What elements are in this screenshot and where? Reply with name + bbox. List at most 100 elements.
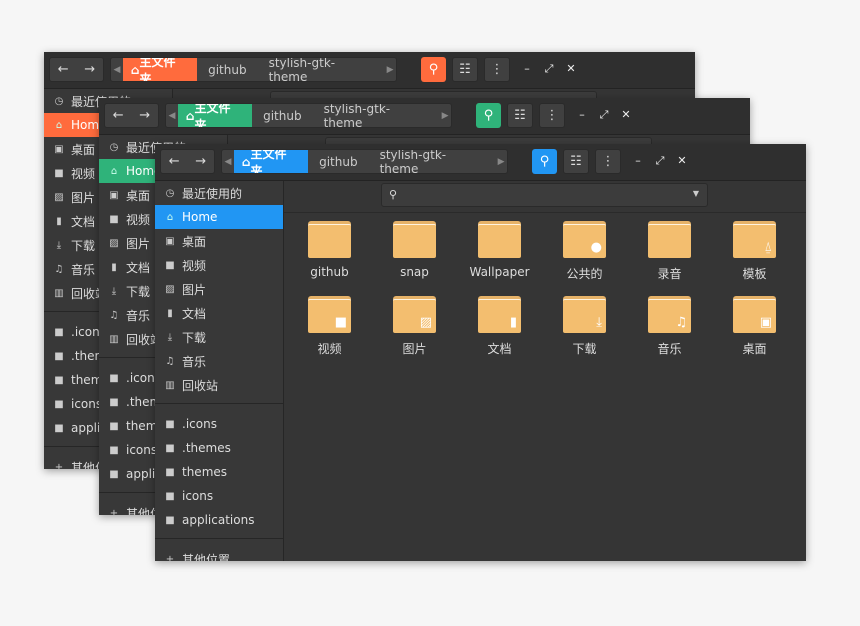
view-mode-button[interactable]: ☷ — [452, 57, 478, 82]
search-button[interactable]: ⚲ — [532, 149, 557, 174]
back-button[interactable]: ← — [161, 154, 188, 169]
file-item[interactable]: snap — [372, 221, 457, 282]
file-name: github — [310, 265, 349, 279]
breadcrumb-item[interactable]: stylish-gtk-theme — [313, 104, 440, 127]
breadcrumb-left-arrow[interactable]: ◀ — [222, 157, 234, 167]
file-item[interactable]: Wallpaper — [457, 221, 542, 282]
sidebar-item[interactable]: ▮ 文档 — [155, 301, 283, 325]
maximize-button[interactable]: ⤢ — [541, 62, 557, 76]
file-item[interactable]: ▨ 图片 — [372, 296, 457, 357]
sidebar-item[interactable]: ■ .themes — [155, 436, 283, 460]
menu-button[interactable]: ⋮ — [595, 149, 621, 174]
clock-icon: ◷ — [165, 187, 175, 199]
file-item[interactable]: ▮ 文档 — [457, 296, 542, 357]
sidebar-item[interactable]: ▥ 回收站 — [155, 373, 283, 397]
file-item[interactable]: ⤓ 下载 — [542, 296, 627, 357]
file-name: 图片 — [402, 342, 427, 356]
file-item[interactable]: github — [287, 221, 372, 282]
sidebar-item-label: 回收站 — [182, 378, 219, 393]
sidebar-item-label: 其他位置 — [182, 552, 231, 562]
forward-button[interactable]: → — [77, 62, 104, 77]
sidebar-item[interactable]: ▣ 桌面 — [155, 229, 283, 253]
breadcrumb-label: 主文件夹 — [250, 149, 287, 174]
sidebar-item[interactable]: ⌂ Home — [155, 205, 283, 229]
file-item[interactable]: ■ 视频 — [287, 296, 372, 357]
sidebar-item-label: themes — [182, 465, 228, 479]
file-item[interactable]: 录音 — [627, 221, 712, 282]
breadcrumb-item[interactable]: ⌂ 主文件夹 — [122, 58, 198, 81]
folder-icon: ⍙ — [733, 221, 776, 258]
breadcrumb-item[interactable]: github — [197, 58, 257, 81]
search-icon: ⚲ — [483, 108, 494, 123]
breadcrumb-item[interactable]: stylish-gtk-theme — [369, 150, 496, 173]
sidebar-item-label: 音乐 — [126, 308, 151, 323]
view-mode-button[interactable]: ☷ — [507, 103, 533, 128]
menu-button[interactable]: ⋮ — [484, 57, 510, 82]
chevron-down-icon[interactable]: ▼ — [693, 189, 699, 198]
folder-icon: ♫ — [648, 296, 691, 333]
file-item[interactable]: ● 公共的 — [542, 221, 627, 282]
file-item[interactable]: ♫ 音乐 — [627, 296, 712, 357]
music-icon: ♫ — [165, 355, 175, 367]
back-button[interactable]: ← — [105, 108, 132, 123]
sidebar-item[interactable]: ■ icons — [155, 484, 283, 508]
breadcrumb-item[interactable]: ⌂ 主文件夹 — [233, 149, 309, 174]
breadcrumb-label: stylish-gtk-theme — [323, 103, 391, 128]
menu-button[interactable]: ⋮ — [539, 103, 565, 128]
sidebar-item[interactable]: ■ 视频 — [155, 253, 283, 277]
breadcrumb-left-arrow[interactable]: ◀ — [111, 65, 123, 75]
sidebar-item[interactable]: ◷ 最近使用的 — [155, 181, 283, 205]
minimize-button[interactable]: – — [630, 154, 646, 167]
video-icon: ■ — [54, 167, 64, 179]
forward-button[interactable]: → — [132, 108, 159, 123]
location-search-field[interactable]: ⚲▼ — [381, 183, 708, 207]
close-button[interactable]: ✕ — [618, 108, 634, 121]
folder-body — [393, 224, 436, 258]
file-name: 下载 — [572, 342, 597, 356]
sidebar-item[interactable]: ■ .icons — [155, 412, 283, 436]
file-item[interactable]: ⍙ 模板 — [712, 221, 797, 282]
breadcrumb-left-arrow[interactable]: ◀ — [166, 111, 178, 121]
home-icon: ⌂ — [130, 62, 140, 77]
maximize-button[interactable]: ⤢ — [596, 108, 612, 122]
sidebar-item-label: 下载 — [182, 330, 207, 345]
maximize-button[interactable]: ⤢ — [652, 154, 668, 168]
sidebar-item-label: 视频 — [182, 258, 207, 273]
list-view-icon: ☷ — [459, 62, 471, 77]
close-button[interactable]: ✕ — [674, 154, 690, 167]
file-item[interactable]: ▣ 桌面 — [712, 296, 797, 357]
folder-body — [648, 224, 691, 258]
sidebar-item[interactable]: ⤓ 下载 — [155, 325, 283, 349]
breadcrumb-right-arrow[interactable]: ▶ — [495, 157, 507, 167]
sidebar-item-label: 图片 — [71, 190, 96, 205]
forward-button[interactable]: → — [188, 154, 215, 169]
divider — [155, 403, 283, 404]
file-manager-window: ← → ◀ ⌂ 主文件夹 github stylish-gtk-theme ▶ ⚲ ☷ ⋮ – ⤢ ✕ ◷… — [155, 144, 806, 561]
sidebar-item[interactable]: + 其他位置 — [155, 547, 283, 562]
sidebar-item-label: 桌面 — [71, 142, 96, 157]
search-button[interactable]: ⚲ — [421, 57, 446, 82]
video-icon: ■ — [334, 315, 347, 330]
sidebar-item[interactable]: ■ themes — [155, 460, 283, 484]
folder-icon: ■ — [54, 350, 64, 362]
folder-icon: ■ — [54, 398, 64, 410]
trash-icon: ▥ — [54, 287, 64, 299]
sidebar-item[interactable]: ▨ 图片 — [155, 277, 283, 301]
user-icon: ● — [590, 240, 602, 255]
sidebar-item[interactable]: ♫ 音乐 — [155, 349, 283, 373]
minimize-button[interactable]: – — [574, 108, 590, 121]
back-button[interactable]: ← — [50, 62, 77, 77]
search-button[interactable]: ⚲ — [476, 103, 501, 128]
breadcrumb-item[interactable]: github — [252, 104, 312, 127]
breadcrumb-right-arrow[interactable]: ▶ — [384, 65, 396, 75]
view-mode-button[interactable]: ☷ — [563, 149, 589, 174]
close-button[interactable]: ✕ — [563, 62, 579, 75]
breadcrumb-item[interactable]: ⌂ 主文件夹 — [177, 104, 253, 127]
breadcrumb-item[interactable]: stylish-gtk-theme — [258, 58, 385, 81]
divider — [284, 212, 806, 213]
breadcrumb-item[interactable]: github — [308, 150, 368, 173]
minimize-button[interactable]: – — [519, 62, 535, 75]
sidebar-item[interactable]: ■ applications — [155, 508, 283, 532]
breadcrumb-right-arrow[interactable]: ▶ — [439, 111, 451, 121]
folder-icon: ■ — [308, 296, 351, 333]
